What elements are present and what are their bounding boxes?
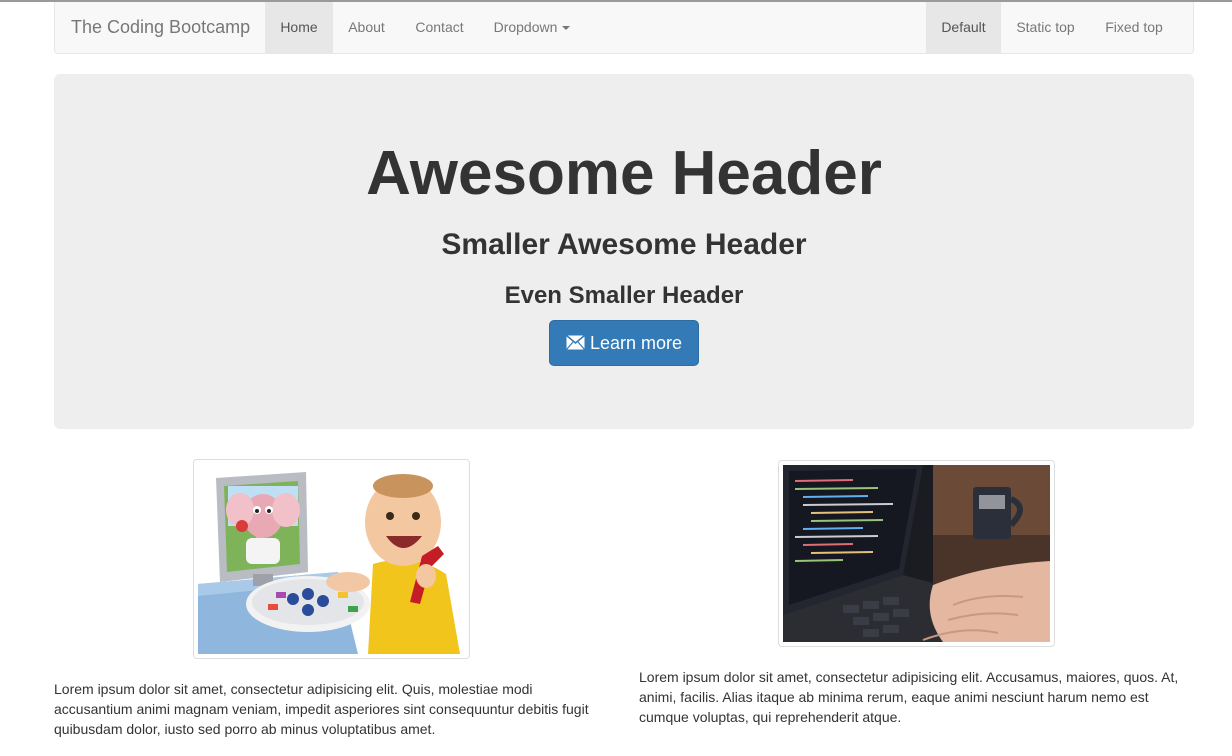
nav-contact[interactable]: Contact [400,2,479,53]
jumbotron: Awesome Header Smaller Awesome Header Ev… [54,74,1194,429]
envelope-icon [565,322,585,366]
nav-home[interactable]: Home [265,2,333,53]
nav-dropdown[interactable]: Dropdown [479,2,585,53]
laptop-code-image [783,465,1050,642]
paragraph-left: Lorem ipsum dolor sit amet, consectetur … [54,681,589,737]
navbar: The Coding Bootcamp Home About Contact D… [54,2,1194,54]
main-heading: Awesome Header [366,139,882,208]
nav-static-top[interactable]: Static top [1001,2,1090,53]
nav-fixed-top[interactable]: Fixed top [1090,2,1178,53]
thumbnail-toddler [193,459,470,659]
learn-more-label: Learn more [589,333,683,353]
navbar-brand[interactable]: The Coding Bootcamp [71,2,250,53]
thumbnail-laptop [778,460,1055,647]
caret-down-icon [562,26,571,31]
nav-about[interactable]: About [333,2,400,53]
toddler-computer-image [198,464,465,654]
sub-heading: Smaller Awesome Header [441,228,807,261]
nav-dropdown-label: Dropdown [493,19,558,35]
small-heading: Even Smaller Header [504,282,744,309]
learn-more-button[interactable]: Learn more [549,320,699,366]
paragraph-right: Lorem ipsum dolor sit amet, consectetur … [639,669,1179,725]
nav-default[interactable]: Default [926,2,1001,53]
